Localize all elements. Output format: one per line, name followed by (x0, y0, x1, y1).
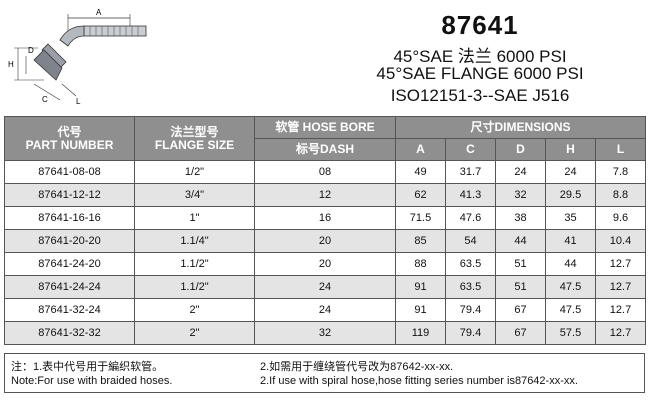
header-hose-bore: 软管 HOSE BORE (254, 116, 396, 139)
standard-title: ISO12151-3--SAE J516 (390, 86, 570, 105)
dimensions-table: 代号 PART NUMBER 法兰型号 FLANGE SIZE 软管 HOSE … (4, 116, 646, 345)
dim-label-d: D (28, 46, 34, 55)
table-row: 87641-24-24 1.1/2" 24 91 63.5 51 47.5 12.7 (4, 275, 646, 299)
header-dim-c: C (445, 138, 496, 161)
header-dimensions: 尺寸DIMENSIONS (395, 116, 646, 139)
fitting-technical-drawing: A H D C L (8, 8, 147, 106)
note-2-cn: 2.如需用于缠绕管代号改为87642-xx-xx. (260, 361, 454, 373)
subtitle-en: 45°SAE FLANGE 6000 PSI (376, 64, 584, 83)
dim-label-a: A (96, 8, 102, 17)
header-dim-a: A (395, 138, 446, 161)
part-number-title: 87641 (441, 10, 519, 40)
header-dash: 标号DASH (254, 138, 396, 161)
table-row: 87641-24-20 1.1/2" 20 88 63.5 51 44 12.7 (4, 252, 646, 276)
header-flange-size: 法兰型号 FLANGE SIZE (134, 116, 255, 161)
dim-label-c: C (42, 95, 48, 104)
header-dim-d: D (495, 138, 546, 161)
note-2-en: 2.If use with spiral hose,hose fitting s… (260, 375, 578, 387)
header-dim-h: H (545, 138, 596, 161)
header-part-number: 代号 PART NUMBER (4, 116, 135, 161)
table-row: 87641-08-08 1/2" 08 49 31.7 24 24 7.8 (4, 160, 646, 184)
dim-label-l: L (76, 97, 81, 106)
dim-label-h: H (8, 60, 14, 69)
notes-box: 注：1.表中代号用于編织软管。 Note:For use with braide… (4, 353, 645, 393)
note-1-en: Note:For use with braided hoses. (11, 375, 173, 387)
note-1-cn: 注：1.表中代号用于編织软管。 (11, 361, 164, 373)
table-row: 87641-12-12 3/4" 12 62 41.3 32 29.5 8.8 (4, 183, 646, 207)
table-row: 87641-32-32 2" 32 119 79.4 67 57.5 12.7 (4, 321, 646, 345)
header-dim-l: L (595, 138, 646, 161)
table-row: 87641-20-20 1.1/4" 20 85 54 44 41 10.4 (4, 229, 646, 253)
table-row: 87641-16-16 1" 16 71.5 47.6 38 35 9.6 (4, 206, 646, 230)
table-row: 87641-32-24 2" 24 91 79.4 67 47.5 12.7 (4, 298, 646, 322)
